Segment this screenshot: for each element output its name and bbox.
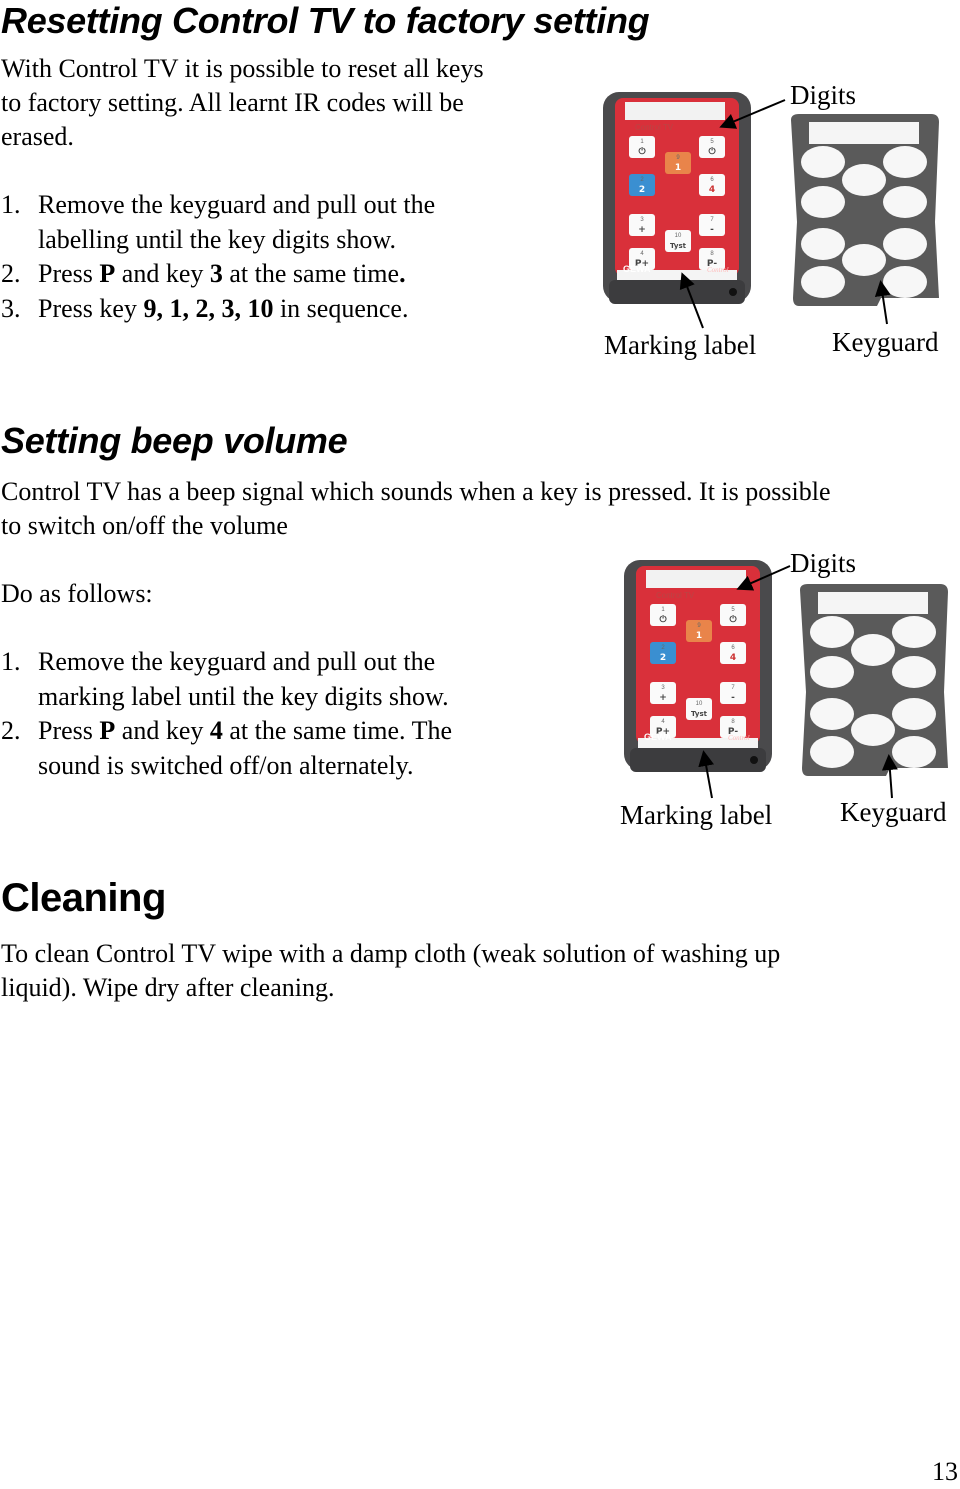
step-text: labelling until the key digits show. [38, 224, 396, 254]
reset-intro: With Control TV it is possible to reset … [1, 52, 581, 154]
beep-intro-line: to switch on/off the volume [1, 511, 288, 540]
callout-arrows [698, 565, 898, 799]
remote-figure-reset: Control TV 1 ⏻ 5 ⏻ 9 1 2 2 6 4 3 +7-10 Tyst 4 P+ 8 P- GEWA… [595, 80, 960, 370]
section-title-reset: Resetting Control TV to factory setting [1, 0, 650, 41]
step-item: 2. Press P and key 4 at the same time. Th… [0, 714, 600, 783]
step-key-emphasis: . [399, 259, 406, 288]
marking-label-caption: Marking label [620, 800, 773, 830]
step-key-emphasis: 3 [209, 259, 223, 288]
cleaning-text-line: To clean Control TV wipe with a damp clo… [1, 939, 781, 968]
keyguard-arrow [881, 754, 898, 799]
step-number: 2. [1, 259, 21, 288]
step-number: 3. [1, 293, 21, 323]
marking-label-arrow [679, 272, 704, 329]
step-text: sound is switched off/on alternately. [38, 750, 414, 780]
step-text: at the same time [222, 259, 400, 288]
step-item: 1. Remove the keyguard and pull out the la… [0, 188, 580, 257]
remote-figure-beep: Control TV 1 ⏻ 5 ⏻ 9 1 2 2 6 4 3 +7-10 Tyst 4 P+ 8 P- GEWA… [612, 548, 960, 838]
step-text: and key [115, 259, 210, 288]
section-title-cleaning: Cleaning [1, 876, 166, 920]
marking-label-caption: Marking label [604, 330, 757, 360]
step-text: Press [38, 259, 100, 288]
step-item: 3. Press key 9, 1, 2, 3, 10 in sequence. [0, 292, 580, 327]
beep-intro-line: Control TV has a beep signal which sound… [1, 477, 831, 506]
step-line: Press key 9, 1, 2, 3, 10 in sequence. [38, 292, 580, 327]
step-key-emphasis: 9, 1, 2, 3, 10 [143, 293, 274, 323]
step-line: Remove the keyguard and pull out the [38, 188, 580, 223]
reset-intro-line: With Control TV it is possible to reset … [1, 54, 484, 83]
step-line: sound is switched off/on alternately. [38, 749, 600, 784]
section-title-beep: Setting beep volume [1, 420, 348, 461]
cleaning-text-line: liquid). Wipe dry after cleaning. [1, 973, 335, 1002]
step-text: Remove the keyguard and pull out the [38, 190, 436, 219]
reset-intro-line: erased. [1, 122, 74, 151]
step-item: 1. Remove the keyguard and pull out the ma… [0, 645, 600, 714]
step-number: 1. [1, 647, 21, 676]
beep-intro: Control TV has a beep signal which sound… [1, 475, 959, 543]
step-number: 2. [1, 716, 21, 745]
step-key-emphasis: 4 [209, 716, 223, 745]
step-text: marking label until the key digits show. [38, 681, 449, 711]
step-item: 2. Press P and key 3 at the same time. [0, 257, 580, 292]
beep-steps-list: 1. Remove the keyguard and pull out the ma… [0, 645, 600, 783]
step-text: Press [38, 716, 100, 745]
step-line: labelling until the key digits show. [38, 223, 580, 258]
keyguard-label: Keyguard [832, 327, 939, 357]
digits-label: Digits [790, 80, 857, 110]
digits-arrow [736, 565, 791, 591]
page-number: 13 [932, 1457, 958, 1486]
reset-intro-line: to factory setting. All learnt IR codes … [1, 88, 464, 117]
digits-arrow [719, 99, 786, 129]
step-text: at the same time. The [222, 716, 453, 745]
step-text: Press key [38, 293, 144, 323]
step-line: Press P and key 4 at the same time. The [38, 714, 600, 749]
step-key-emphasis: P [99, 259, 116, 288]
step-text: Remove the keyguard and pull out the [38, 647, 436, 676]
keyguard-label: Keyguard [840, 797, 947, 827]
step-key-emphasis: P [99, 716, 116, 745]
marking-label-arrow [698, 750, 715, 799]
step-text: and key [115, 716, 210, 745]
step-line: Press P and key 3 at the same time. [38, 257, 580, 292]
keyguard-arrow [874, 280, 891, 325]
step-text: in sequence. [273, 293, 409, 323]
step-line: marking label until the key digits show. [38, 680, 600, 715]
digits-label: Digits [790, 548, 857, 578]
cleaning-text: To clean Control TV wipe with a damp clo… [1, 937, 959, 1005]
step-line: Remove the keyguard and pull out the [38, 645, 600, 680]
reset-steps-list: 1. Remove the keyguard and pull out the la… [0, 188, 580, 326]
step-number: 1. [1, 190, 21, 219]
do-as-follows: Do as follows: [1, 579, 153, 608]
